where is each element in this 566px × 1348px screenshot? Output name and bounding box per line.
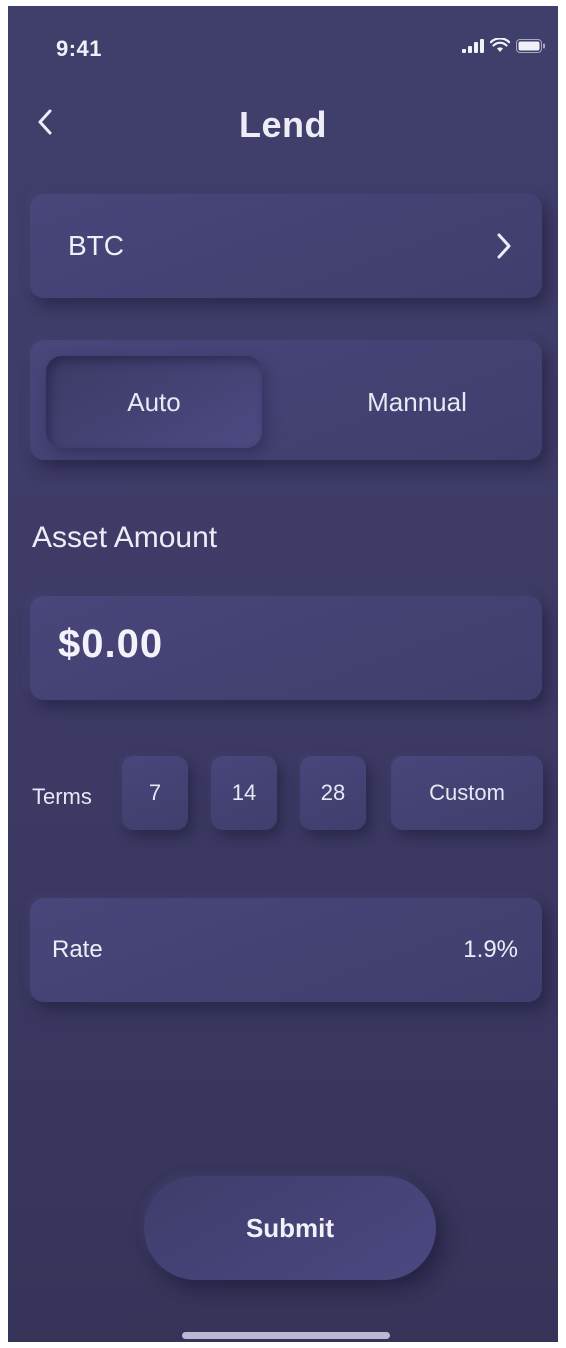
term-option-14[interactable]: 14 [211,756,277,830]
wifi-icon [489,37,511,58]
asset-selector-value: BTC [68,230,124,261]
status-bar: 9:41 [8,6,558,86]
nav-bar: Lend [8,96,558,156]
cellular-signal-icon [462,38,484,58]
mode-manual-button[interactable]: Mannual [306,356,528,448]
status-icons [462,37,546,58]
terms-label: Terms [32,784,92,809]
app-screen: 9:41 Lend BTC Auto Mannual Asset Amount … [8,6,558,1342]
rate-label: Rate [52,936,103,963]
term-option-7[interactable]: 7 [122,756,188,830]
chevron-right-icon [496,232,512,265]
mode-auto-button[interactable]: Auto [46,356,262,448]
rate-row: Rate 1.9% [30,898,542,1002]
term-option-custom[interactable]: Custom [391,756,543,830]
mode-toggle: Auto Mannual [30,340,542,460]
status-time: 9:41 [56,36,103,61]
asset-selector[interactable]: BTC [30,194,542,298]
term-option-28[interactable]: 28 [300,756,366,830]
rate-value: 1.9% [463,936,518,963]
submit-button[interactable]: Submit [144,1176,436,1280]
asset-amount-value: $0.00 [58,622,164,666]
battery-icon [516,38,546,58]
page-title: Lend [239,104,327,145]
asset-amount-label: Asset Amount [32,521,218,554]
asset-amount-input[interactable]: $0.00 [30,596,542,700]
home-indicator [182,1332,390,1339]
